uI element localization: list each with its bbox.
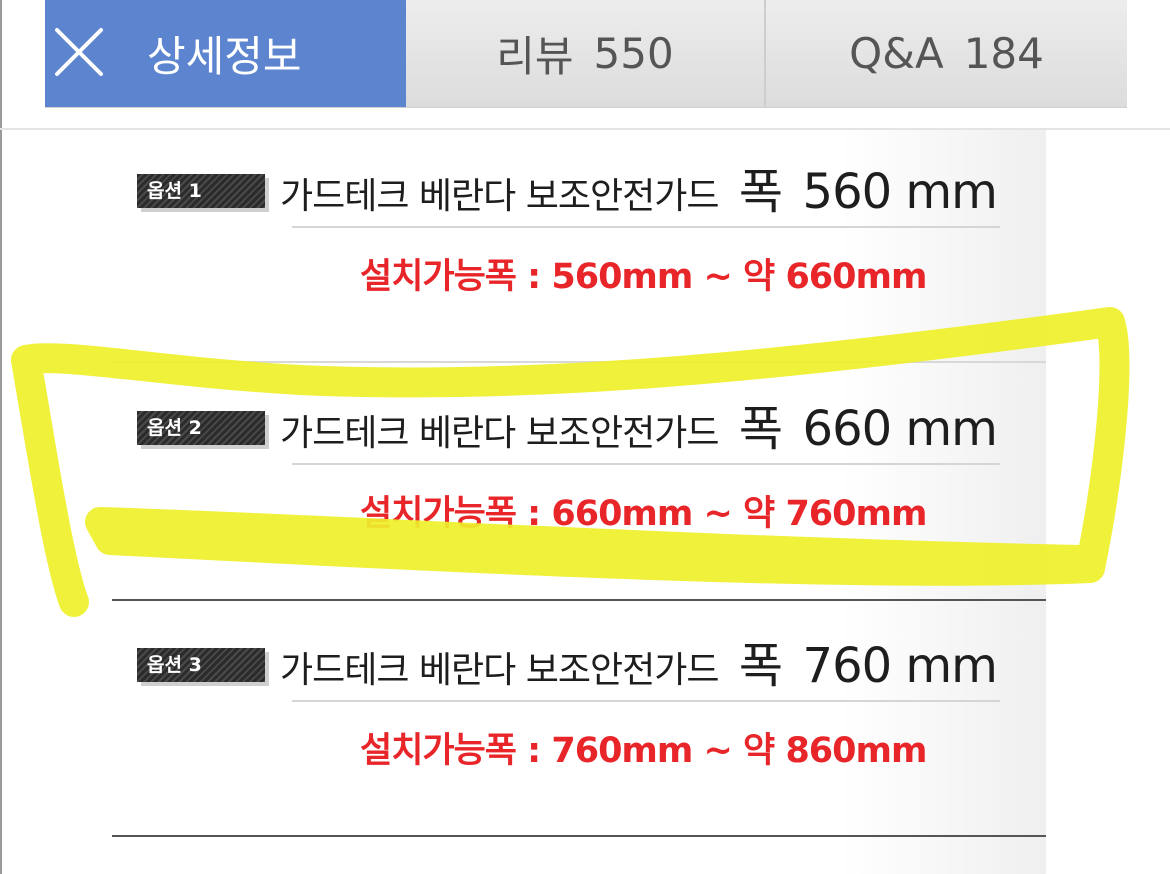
- detail-content: 옵션 1 가드테크 베란다 보조안전가드 폭 560 mm 설치가능폭 : 56…: [112, 130, 1046, 874]
- tab-reviews-count: 550: [593, 29, 674, 78]
- option-1: 옵션 1 가드테크 베란다 보조안전가드 폭 560 mm 설치가능폭 : 56…: [112, 130, 1046, 366]
- option-width-label: 폭: [738, 638, 783, 694]
- option-product-name: 가드테크 베란다 보조안전가드: [280, 650, 719, 691]
- option-product-name: 가드테크 베란다 보조안전가드: [280, 413, 719, 454]
- tab-details-label: 상세정보: [147, 32, 302, 81]
- tab-qna-label: Q&A: [849, 29, 944, 78]
- option-separator: [112, 361, 1046, 363]
- option-badge: 옵션 3: [137, 648, 265, 682]
- option-width-label: 폭: [738, 164, 783, 220]
- option-product-name: 가드테크 베란다 보조안전가드: [280, 176, 719, 217]
- option-underline: [292, 700, 1000, 702]
- option-separator: [112, 835, 1046, 837]
- option-width-label: 폭: [738, 401, 783, 457]
- option-install-range: 설치가능폭 : 560mm ~ 약 660mm: [360, 257, 927, 297]
- option-width-value: 660 mm: [802, 401, 998, 457]
- tab-details[interactable]: 상세정보: [45, 0, 406, 107]
- option-width-value: 760 mm: [802, 638, 998, 694]
- option-install-range: 설치가능폭 : 760mm ~ 약 860mm: [360, 731, 927, 771]
- tab-bar: 상세정보 리뷰 550 Q&A 184: [45, 0, 1127, 108]
- option-install-range: 설치가능폭 : 660mm ~ 약 760mm: [360, 494, 927, 534]
- option-title: 가드테크 베란다 보조안전가드 폭 560 mm: [280, 152, 998, 222]
- option-badge: 옵션 2: [137, 411, 265, 445]
- option-separator: [112, 599, 1046, 601]
- tab-reviews[interactable]: 리뷰 550: [406, 0, 766, 107]
- close-icon[interactable]: [53, 26, 105, 78]
- tab-reviews-label: 리뷰: [496, 32, 574, 81]
- option-underline: [292, 226, 1000, 228]
- product-detail-page: 상세정보 리뷰 550 Q&A 184 옵션 1 가드테크 베란다 보조안전가드…: [0, 0, 1170, 874]
- option-2: 옵션 2 가드테크 베란다 보조안전가드 폭 660 mm 설치가능폭 : 66…: [112, 367, 1046, 603]
- option-width-value: 560 mm: [802, 164, 998, 220]
- option-3: 옵션 3 가드테크 베란다 보조안전가드 폭 760 mm 설치가능폭 : 76…: [112, 604, 1046, 840]
- option-underline: [292, 463, 1000, 465]
- tab-qna-count: 184: [963, 29, 1044, 78]
- tab-qna[interactable]: Q&A 184: [766, 0, 1127, 107]
- option-title: 가드테크 베란다 보조안전가드 폭 760 mm: [280, 626, 998, 696]
- left-border: [0, 0, 2, 874]
- option-title: 가드테크 베란다 보조안전가드 폭 660 mm: [280, 389, 998, 459]
- option-badge: 옵션 1: [137, 174, 265, 208]
